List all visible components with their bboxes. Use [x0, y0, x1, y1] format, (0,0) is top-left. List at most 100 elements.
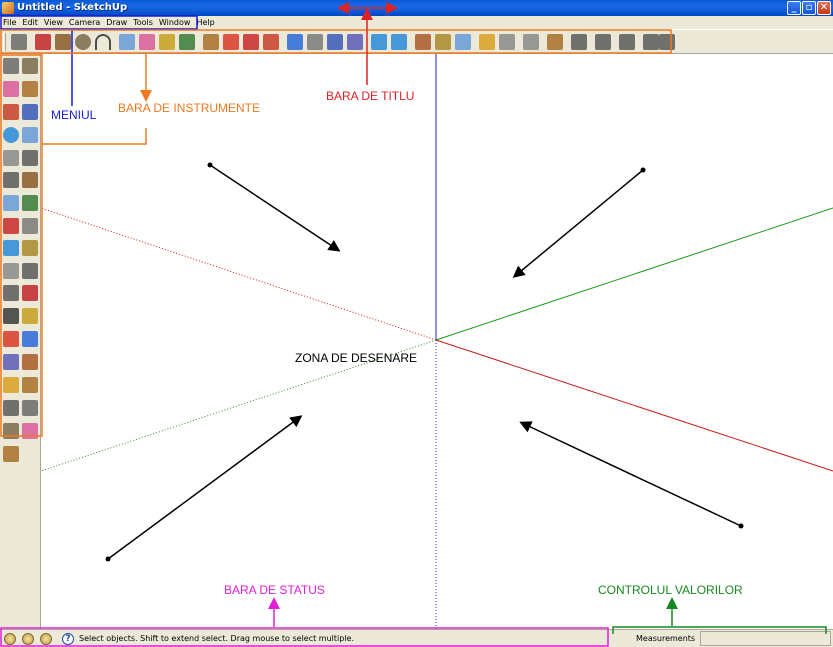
orbit-icon[interactable]: [3, 308, 19, 324]
main-toolbar: [0, 29, 833, 54]
axes-icon[interactable]: [3, 285, 19, 301]
close-button[interactable]: ✕: [817, 1, 831, 15]
back-view-icon[interactable]: [643, 34, 659, 50]
toolbar-annotation-label: BARA DE INSTRUMENTE: [118, 101, 261, 115]
titlebar-annotation-label: BARA DE TITLU: [326, 89, 415, 103]
toolbar-grip[interactable]: [3, 33, 6, 51]
zoom-icon[interactable]: [327, 34, 343, 50]
scale-icon[interactable]: [3, 218, 19, 234]
zoom-window-icon[interactable]: [22, 331, 38, 347]
select-icon[interactable]: [11, 34, 27, 50]
protractor-icon[interactable]: [3, 263, 19, 279]
rotate-icon[interactable]: [3, 195, 19, 211]
freehand-icon[interactable]: [22, 150, 38, 166]
tape-measure-icon[interactable]: [159, 34, 175, 50]
position-camera-icon[interactable]: [415, 34, 431, 50]
eraser-icon[interactable]: [139, 34, 155, 50]
previous-icon[interactable]: [22, 354, 38, 370]
menu-bar: File Edit View Camera Draw Tools Window …: [0, 16, 833, 29]
drawing-area[interactable]: [41, 54, 833, 629]
wireframe-icon[interactable]: [523, 34, 539, 50]
sketchup-app-icon: [2, 2, 14, 14]
look-around-icon[interactable]: [22, 377, 38, 393]
rotate-icon[interactable]: [243, 34, 259, 50]
select-icon[interactable]: [3, 58, 19, 74]
sign-in-icon[interactable]: [40, 633, 52, 645]
arc-icon[interactable]: [22, 127, 38, 143]
menu-tools[interactable]: Tools: [130, 16, 156, 29]
iso-view-icon[interactable]: [547, 34, 563, 50]
walk-icon[interactable]: [435, 34, 451, 50]
walk-icon[interactable]: [3, 400, 19, 416]
geo-location-icon[interactable]: [4, 633, 16, 645]
eraser-icon[interactable]: [22, 81, 38, 97]
sketchup-window: Untitled - SketchUp _ ▫ ✕ File Edit View…: [0, 0, 833, 647]
menu-file[interactable]: File: [0, 16, 19, 29]
tape-measure-icon[interactable]: [3, 240, 19, 256]
menu-help[interactable]: Help: [193, 16, 217, 29]
drawing-area-annotation-label: ZONA DE DESENARE: [295, 351, 418, 365]
text-icon[interactable]: [22, 263, 38, 279]
menu-view[interactable]: View: [41, 16, 66, 29]
push-pull-icon[interactable]: [22, 172, 38, 188]
pan-icon[interactable]: [307, 34, 323, 50]
zoom-extents-icon[interactable]: [3, 354, 19, 370]
3d-text-icon[interactable]: [22, 285, 38, 301]
orbit-icon[interactable]: [287, 34, 303, 50]
x-ray-icon[interactable]: [499, 34, 515, 50]
push-pull-icon[interactable]: [203, 34, 219, 50]
look-around-icon[interactable]: [455, 34, 471, 50]
pencil-icon[interactable]: [35, 34, 51, 50]
dimension-icon[interactable]: [22, 240, 38, 256]
pan-icon[interactable]: [22, 308, 38, 324]
left-toolbar: [0, 54, 41, 629]
rectangle-icon[interactable]: [55, 34, 71, 50]
title-bar: Untitled - SketchUp _ ▫ ✕: [0, 0, 833, 16]
credits-icon[interactable]: [22, 633, 34, 645]
left-view-icon[interactable]: [659, 34, 675, 50]
menu-draw[interactable]: Draw: [103, 16, 130, 29]
outliner-icon[interactable]: [22, 423, 38, 439]
section-plane-icon[interactable]: [479, 34, 495, 50]
move-icon[interactable]: [223, 34, 239, 50]
zoom-extents-icon[interactable]: [347, 34, 363, 50]
section-plane-icon[interactable]: [22, 400, 38, 416]
menu-window[interactable]: Window: [156, 16, 194, 29]
previous-view-icon[interactable]: [371, 34, 387, 50]
rectangle-icon[interactable]: [3, 104, 19, 120]
help-icon[interactable]: ?: [62, 633, 74, 645]
arc-icon[interactable]: [95, 34, 111, 50]
next-view-icon[interactable]: [391, 34, 407, 50]
layers-icon[interactable]: [3, 446, 19, 462]
make-component-icon[interactable]: [119, 34, 135, 50]
follow-me-icon[interactable]: [22, 195, 38, 211]
maximize-button[interactable]: ▫: [802, 1, 816, 15]
value-control-annotation-label: CONTROLUL VALORILOR: [598, 583, 743, 597]
offset-icon[interactable]: [22, 218, 38, 234]
right-view-icon[interactable]: [619, 34, 635, 50]
follow-me-icon[interactable]: [263, 34, 279, 50]
circle-icon[interactable]: [75, 34, 91, 50]
status-message: Select objects. Shift to extend select. …: [79, 634, 355, 643]
paint-bucket-icon[interactable]: [179, 34, 195, 50]
component-icon[interactable]: [3, 423, 19, 439]
line-icon[interactable]: [22, 104, 38, 120]
menu-edit[interactable]: Edit: [19, 16, 41, 29]
position-camera-icon[interactable]: [3, 377, 19, 393]
measurements-input[interactable]: [700, 631, 831, 646]
status-bar: ? Select objects. Shift to extend select…: [0, 629, 833, 647]
move-icon[interactable]: [3, 172, 19, 188]
statusbar-annotation-label: BARA DE STATUS: [224, 583, 325, 597]
menu-annotation-label: MENIUL: [51, 108, 97, 122]
paint-bucket-icon[interactable]: [3, 81, 19, 97]
minimize-button[interactable]: _: [787, 1, 801, 15]
circle-icon[interactable]: [3, 127, 19, 143]
polygon-icon[interactable]: [3, 150, 19, 166]
front-view-icon[interactable]: [595, 34, 611, 50]
zoom-icon[interactable]: [3, 331, 19, 347]
measurements-label: Measurements: [636, 634, 696, 643]
top-view-icon[interactable]: [571, 34, 587, 50]
window-title: Untitled - SketchUp: [17, 2, 128, 13]
make-component-icon[interactable]: [22, 58, 38, 74]
menu-camera[interactable]: Camera: [66, 16, 103, 29]
